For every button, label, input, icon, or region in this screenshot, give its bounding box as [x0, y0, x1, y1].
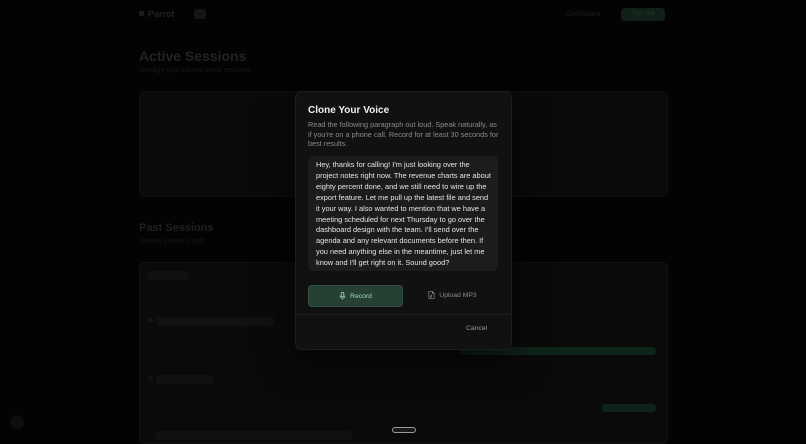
microphone-icon	[339, 292, 346, 300]
scroll-indicator[interactable]	[392, 427, 416, 433]
section-subtitle: Review previous calls	[139, 238, 207, 245]
brand-name: Parrot	[148, 9, 175, 19]
file-audio-icon	[428, 291, 435, 299]
cancel-button[interactable]: Cancel	[466, 325, 487, 332]
page-subtitle: Manage your current voice sessions	[139, 67, 252, 74]
help-button[interactable]	[10, 415, 24, 429]
record-label: Record	[350, 292, 372, 300]
clone-voice-modal: Clone Your Voice Read the following para…	[295, 91, 512, 350]
session-row-bar	[156, 375, 214, 384]
modal-description: Read the following paragraph out loud. S…	[308, 120, 499, 149]
modal-title: Clone Your Voice	[308, 105, 390, 116]
sign-out-label: Sign Out	[631, 11, 655, 17]
record-button[interactable]: Record	[308, 285, 403, 307]
session-row-header	[148, 271, 188, 280]
status-dot	[148, 318, 153, 323]
modal-footer-divider	[296, 314, 511, 315]
status-dot	[148, 376, 153, 381]
section-title: Past Sessions	[139, 222, 214, 234]
theme-toggle[interactable]	[194, 9, 206, 19]
page-title: Active Sessions	[139, 48, 247, 64]
top-navbar: Parrot Dashboard Sign Out	[0, 0, 806, 30]
upload-mp3-button[interactable]: Upload MP3	[406, 285, 499, 305]
sign-out-button[interactable]: Sign Out	[621, 8, 665, 21]
script-paragraph: Hey, thanks for calling! I'm just lookin…	[308, 156, 498, 271]
nav-link-dashboard[interactable]: Dashboard	[566, 11, 600, 18]
brand-logo-icon	[139, 11, 144, 16]
session-transcript-bar	[602, 404, 656, 412]
upload-label: Upload MP3	[439, 291, 477, 299]
session-row-bar	[156, 317, 274, 326]
